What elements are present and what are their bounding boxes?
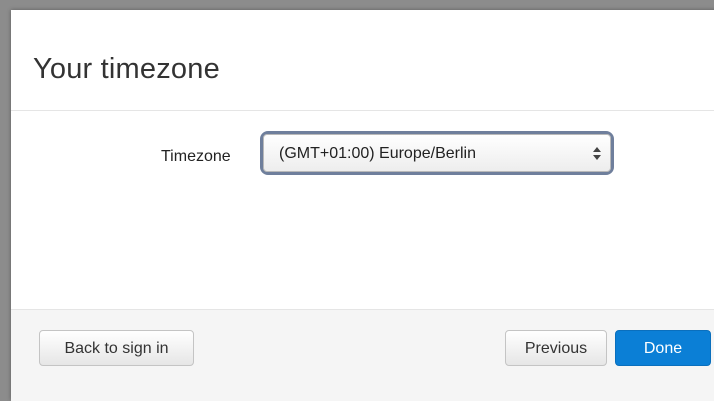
- previous-button[interactable]: Previous: [505, 330, 607, 366]
- arrow-up-icon: [593, 147, 601, 152]
- updown-arrows-icon: [592, 144, 602, 164]
- dialog-footer: Back to sign in Previous Done: [11, 309, 714, 401]
- timezone-label: Timezone: [161, 148, 231, 165]
- done-button[interactable]: Done: [615, 330, 711, 366]
- dialog-body: Timezone (GMT+01:00) Europe/Berlin: [11, 111, 714, 309]
- back-to-sign-in-button[interactable]: Back to sign in: [39, 330, 194, 366]
- timezone-dialog: Your timezone Timezone (GMT+01:00) Europ…: [11, 10, 714, 401]
- dialog-title: Your timezone: [33, 53, 220, 85]
- timezone-select[interactable]: (GMT+01:00) Europe/Berlin: [263, 134, 611, 172]
- timezone-select-box[interactable]: (GMT+01:00) Europe/Berlin: [263, 134, 611, 172]
- arrow-down-icon: [593, 155, 601, 160]
- timezone-selected-value: (GMT+01:00) Europe/Berlin: [279, 145, 476, 162]
- dialog-header: Your timezone: [11, 10, 714, 111]
